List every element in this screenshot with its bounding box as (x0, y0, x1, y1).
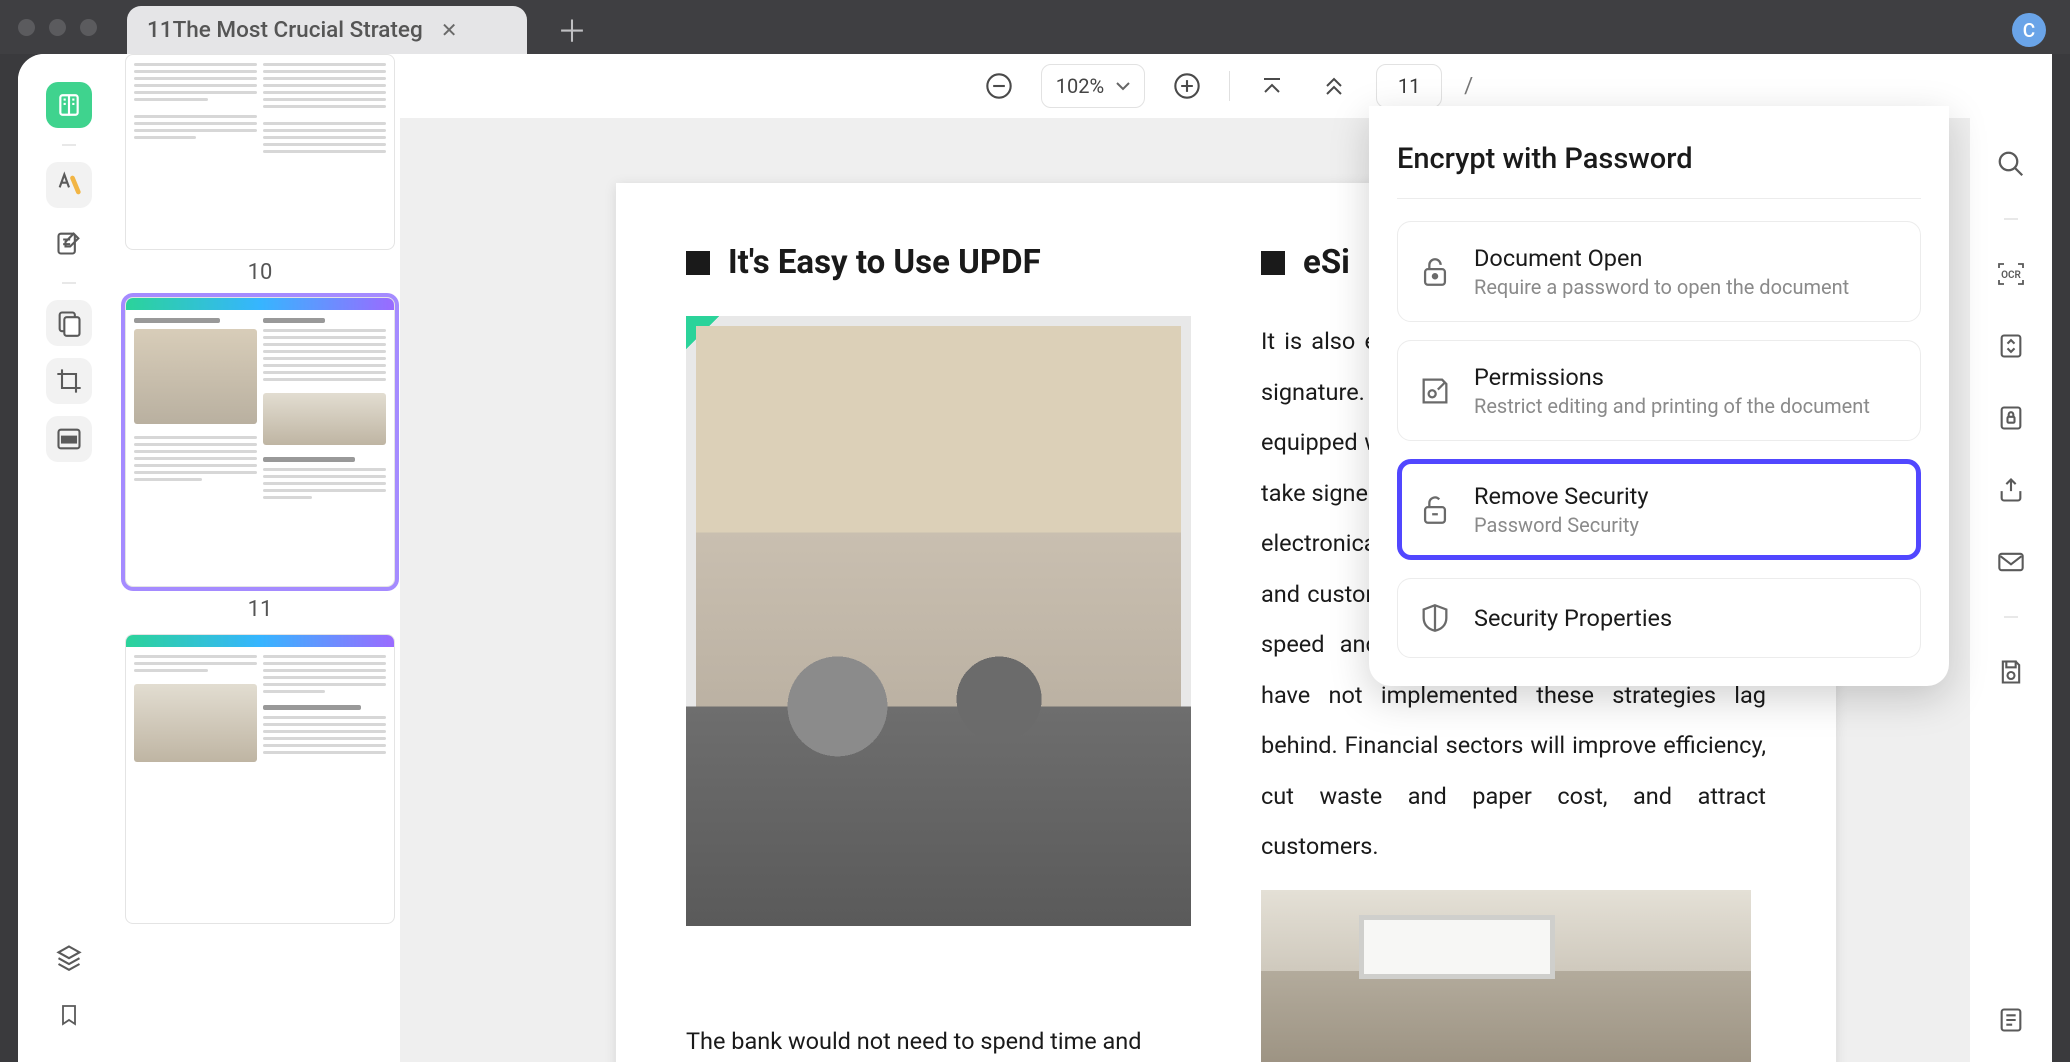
thumbnail-label: 10 (248, 260, 273, 285)
document-image-1 (686, 316, 1191, 926)
panel-item-title: Document Open (1474, 244, 1849, 272)
panel-item-title: Remove Security (1474, 482, 1648, 510)
left-rail (18, 54, 120, 1062)
redact-tool-button[interactable] (46, 416, 92, 462)
zoom-value: 102% (1056, 74, 1104, 98)
tab-bar: 11The Most Crucial Strateg ✕ ＋ (127, 0, 597, 54)
document-area: 102% 11 / It's Easy to Use UPD (400, 54, 2052, 1062)
prev-page-button[interactable] (1314, 66, 1354, 106)
user-avatar[interactable]: C (2012, 13, 2046, 47)
close-tab-icon[interactable]: ✕ (441, 18, 458, 42)
tab-active[interactable]: 11The Most Crucial Strateg ✕ (127, 6, 527, 54)
notes-button[interactable] (1993, 1002, 2029, 1038)
zoom-in-button[interactable] (1167, 66, 1207, 106)
panel-item-title: Permissions (1474, 363, 1870, 391)
page-column-left: It's Easy to Use UPDF The bank would not… (686, 243, 1191, 1062)
toolbar-divider (1229, 71, 1230, 101)
first-page-button[interactable] (1252, 66, 1292, 106)
zoom-out-button[interactable] (979, 66, 1019, 106)
ocr-button[interactable]: OCR (1993, 256, 2029, 292)
thumbnail-page-12[interactable] (125, 634, 395, 924)
right-rail: OCR (1970, 118, 2052, 1062)
share-button[interactable] (1993, 472, 2029, 508)
window-chrome: 11The Most Crucial Strateg ✕ ＋ C (0, 0, 2070, 54)
layers-button[interactable] (46, 934, 92, 980)
rail-divider (62, 144, 76, 146)
thumbnail-label: 11 (248, 597, 273, 622)
rail-divider (2004, 218, 2018, 220)
encrypt-password-panel: Encrypt with Password Document Open Requ… (1369, 106, 1949, 686)
page-number-input[interactable]: 11 (1376, 64, 1442, 108)
panel-item-subtitle: Restrict editing and printing of the doc… (1474, 394, 1870, 418)
convert-button[interactable] (1993, 328, 2029, 364)
maximize-window-button[interactable] (80, 19, 97, 36)
minimize-window-button[interactable] (49, 19, 66, 36)
panel-item-remove-security[interactable]: Remove Security Password Security (1397, 459, 1921, 560)
thumbnail-page-10[interactable] (125, 54, 395, 250)
search-button[interactable] (1993, 146, 2029, 182)
crop-tool-button[interactable] (46, 358, 92, 404)
panel-item-permissions[interactable]: Permissions Restrict editing and printin… (1397, 340, 1921, 441)
reader-mode-button[interactable] (46, 82, 92, 128)
rail-divider (62, 282, 76, 284)
panel-item-title: Security Properties (1474, 604, 1672, 632)
document-image-2 (1261, 890, 1751, 1062)
traffic-lights (18, 19, 97, 36)
body-text: The bank would not need to spend time an… (686, 1016, 1191, 1062)
section-heading: It's Easy to Use UPDF (686, 243, 1191, 282)
panel-item-document-open[interactable]: Document Open Require a password to open… (1397, 221, 1921, 322)
svg-text:OCR: OCR (2001, 270, 2021, 281)
save-button[interactable] (1993, 654, 2029, 690)
thumbnail-page-11[interactable] (125, 297, 395, 587)
permissions-icon (1418, 374, 1452, 408)
bookmarks-button[interactable] (46, 992, 92, 1038)
unlock-icon (1418, 493, 1452, 527)
close-window-button[interactable] (18, 19, 35, 36)
lock-open-icon (1418, 255, 1452, 289)
thumbnails-panel: 10 (120, 54, 400, 1062)
panel-title: Encrypt with Password (1397, 130, 1921, 199)
email-button[interactable] (1993, 544, 2029, 580)
protect-button[interactable] (1993, 400, 2029, 436)
panel-item-security-properties[interactable]: Security Properties (1397, 578, 1921, 658)
chevron-down-icon (1116, 81, 1130, 91)
shield-icon (1418, 601, 1452, 635)
panel-item-subtitle: Password Security (1474, 513, 1648, 537)
panel-item-subtitle: Require a password to open the document (1474, 275, 1849, 299)
comment-tool-button[interactable] (46, 162, 92, 208)
new-tab-button[interactable]: ＋ (547, 4, 597, 54)
client-area: 10 (18, 54, 2052, 1062)
tab-title: 11The Most Crucial Strateg (147, 17, 423, 43)
page-separator: / (1464, 74, 1473, 99)
edit-tool-button[interactable] (46, 220, 92, 266)
zoom-level-select[interactable]: 102% (1041, 64, 1145, 108)
organize-pages-button[interactable] (46, 300, 92, 346)
rail-divider (2004, 616, 2018, 618)
